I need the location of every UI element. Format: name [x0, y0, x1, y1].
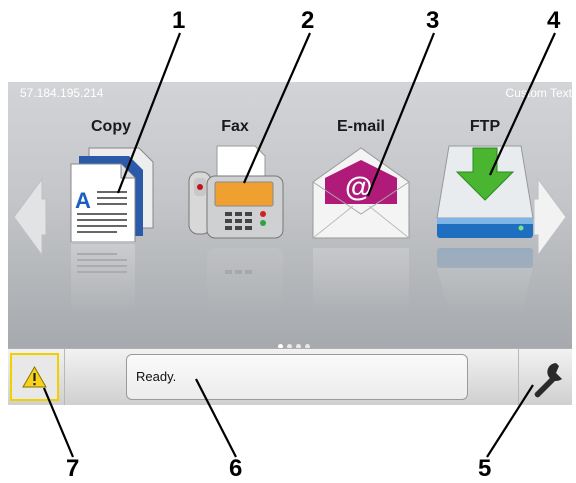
- callout-7: 7: [66, 455, 80, 482]
- fax-icon: [185, 142, 285, 242]
- email-label: E-mail: [336, 118, 385, 135]
- printer-home-screen: 57.184.195.214 Custom Text Copy A Fax E-…: [8, 82, 572, 405]
- email-icon: @: [311, 142, 411, 242]
- email-app-button[interactable]: E-mail @: [306, 118, 416, 338]
- status-message-field[interactable]: Ready.: [126, 354, 468, 400]
- ip-address: 57.184.195.214: [20, 86, 104, 100]
- custom-text: Custom Text: [505, 86, 572, 100]
- svg-text:A: A: [75, 188, 91, 213]
- copy-label: Copy: [91, 118, 131, 135]
- settings-button[interactable]: [526, 355, 570, 401]
- scroll-left-arrow-icon[interactable]: [12, 177, 48, 257]
- warning-button[interactable]: [10, 353, 59, 401]
- status-bar: Ready.: [8, 348, 572, 405]
- status-message: Ready.: [136, 369, 177, 384]
- callout-3: 3: [426, 7, 440, 34]
- separator: [518, 349, 519, 405]
- ftp-app-button[interactable]: FTP: [430, 118, 540, 314]
- fax-reflection: [185, 244, 285, 314]
- separator: [64, 349, 65, 405]
- home-panel: 57.184.195.214 Custom Text Copy A Fax E-…: [8, 82, 572, 349]
- copy-app-button[interactable]: Copy A: [56, 118, 166, 322]
- fax-label: Fax: [221, 118, 249, 135]
- copy-reflection: [61, 244, 161, 322]
- copy-icon: A: [61, 142, 161, 243]
- warning-icon: [22, 365, 47, 388]
- email-reflection: [311, 244, 411, 338]
- callout-2: 2: [301, 7, 315, 34]
- wrench-icon: [534, 363, 564, 398]
- callout-6: 6: [229, 455, 243, 482]
- ftp-reflection: [435, 244, 535, 314]
- callout-4: 4: [547, 7, 561, 34]
- callout-5: 5: [478, 455, 492, 482]
- ftp-icon: [435, 142, 535, 242]
- callout-1: 1: [172, 7, 186, 34]
- ftp-label: FTP: [469, 118, 501, 135]
- fax-app-button[interactable]: Fax: [180, 118, 290, 314]
- svg-text:@: @: [345, 171, 372, 202]
